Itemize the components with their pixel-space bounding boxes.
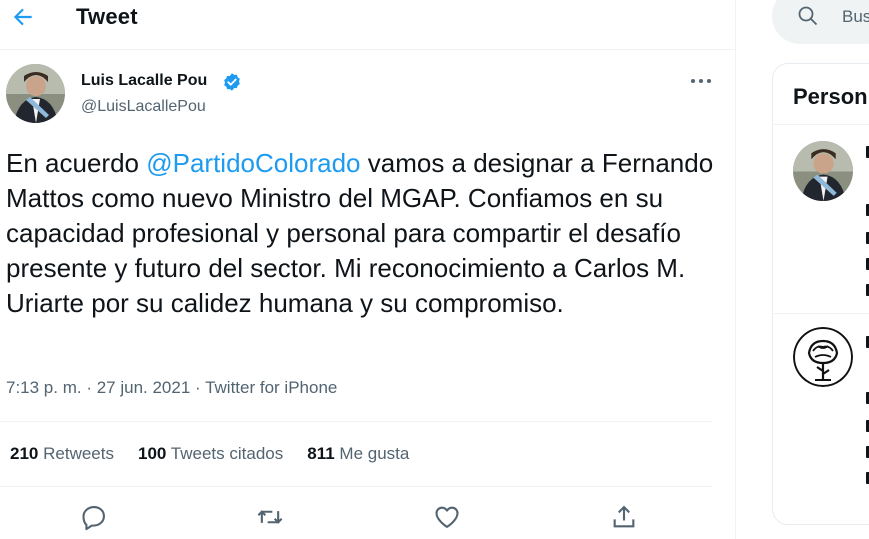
share-icon[interactable] [610, 503, 638, 531]
tweet-stats: 210 Retweets 100 Tweets citados 811 Me gus… [10, 444, 409, 464]
author-avatar[interactable] [6, 64, 65, 123]
search-icon [798, 6, 818, 26]
more-options-icon[interactable] [688, 72, 714, 90]
suggested-user-avatar[interactable] [793, 327, 853, 387]
search-input[interactable]: Bus [842, 7, 869, 27]
top-bar: Tweet [0, 0, 735, 50]
page-title: Tweet [76, 4, 138, 29]
author-name[interactable]: Luis Lacalle Pou [81, 72, 207, 90]
back-arrow-icon[interactable] [10, 4, 36, 30]
likes-label: Me gusta [339, 444, 410, 463]
heart-icon[interactable] [433, 503, 461, 531]
retweets-stat[interactable]: 210 Retweets [10, 444, 114, 464]
divider [772, 313, 869, 314]
likes-count: 811 [307, 444, 335, 463]
mention-link[interactable]: @PartidoColorado [146, 148, 360, 178]
quotes-stat[interactable]: 100 Tweets citados [138, 444, 283, 464]
quotes-count: 100 [137, 444, 167, 463]
tweet-text-start: En acuerdo [6, 148, 147, 178]
divider [772, 124, 869, 125]
reply-icon[interactable] [80, 503, 108, 531]
main-column: Tweet Luis Lacalle Pou @LuisLacallePou E… [0, 0, 736, 539]
sidebar-section-title: Person [793, 84, 868, 109]
retweets-label: Retweets [43, 444, 114, 463]
suggested-user-avatar[interactable] [793, 141, 853, 201]
retweet-icon[interactable] [256, 503, 284, 531]
divider [0, 486, 712, 487]
divider [0, 421, 712, 422]
retweets-count: 210 [10, 444, 39, 463]
tweet-timestamp[interactable]: 7:13 p. m. · 27 jun. 2021 · Twitter for … [6, 378, 337, 398]
author-handle[interactable]: @LuisLacallePou [81, 98, 206, 116]
who-to-follow-card [772, 63, 869, 525]
tweet-text: En acuerdo @PartidoColorado vamos a desi… [6, 146, 726, 321]
verified-badge-icon [224, 73, 240, 91]
likes-stat[interactable]: 811 Me gusta [307, 444, 409, 464]
quotes-label: Tweets citados [170, 444, 284, 463]
